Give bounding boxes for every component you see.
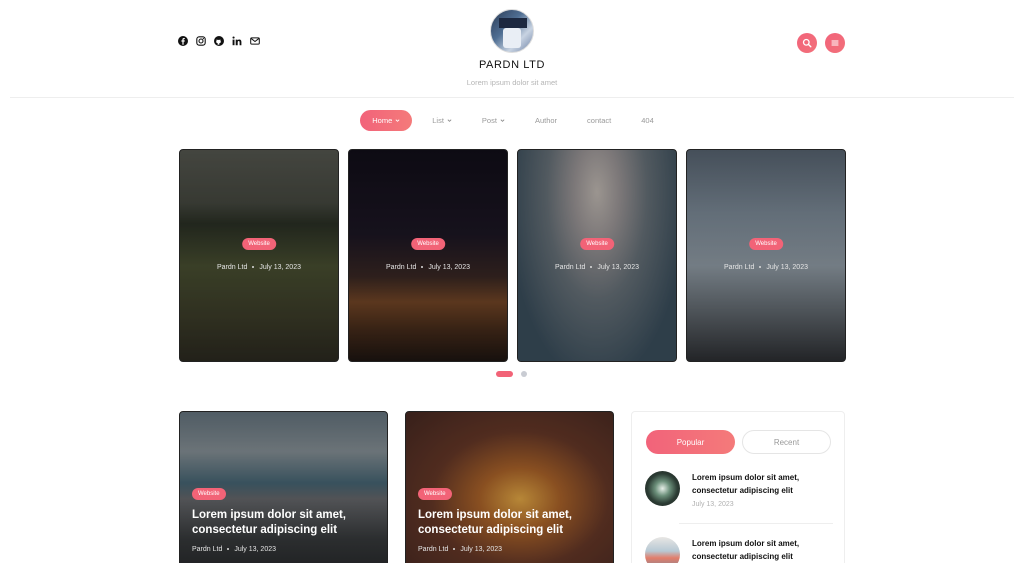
slider-pagination [496, 371, 527, 377]
search-button[interactable] [797, 33, 817, 53]
post-thumbnail[interactable] [645, 471, 680, 506]
post-title[interactable]: Lorem ipsum dolor sit amet, consectetur … [418, 508, 608, 538]
author-name[interactable]: Pardn Ltd [418, 546, 448, 553]
search-icon [802, 38, 812, 48]
site-tagline: Lorem ipsum dolor sit amet [466, 78, 558, 87]
chevron-down-icon [447, 119, 452, 122]
post-meta: Pardn Ltd July 13, 2023 [418, 546, 502, 553]
nav-label: contact [587, 116, 612, 125]
category-badge[interactable]: Website [418, 488, 452, 500]
header-divider [10, 97, 1014, 98]
header-actions [797, 33, 845, 53]
post-meta: Pardn Ltd July 13, 2023 [192, 546, 276, 553]
post-meta: Pardn Ltd July 13, 2023 [518, 264, 676, 271]
post-date: July 13, 2023 [692, 501, 734, 508]
nav-label: Home [372, 116, 393, 125]
nav-item-contact[interactable]: contact [577, 110, 621, 131]
nav-item-author[interactable]: Author [525, 110, 567, 131]
author-name[interactable]: Pardn Ltd [192, 546, 222, 553]
menu-button[interactable] [825, 33, 845, 53]
slide-card[interactable]: Website Pardn Ltd July 13, 2023 [517, 149, 677, 362]
category-badge[interactable]: Website [411, 238, 445, 250]
chevron-down-icon [395, 119, 400, 122]
site-logo-avatar[interactable] [490, 9, 534, 53]
post-date: July 13, 2023 [597, 264, 639, 271]
nav-label: Post [481, 116, 497, 125]
author-name[interactable]: Pardn Ltd [555, 264, 585, 271]
nav-item-list[interactable]: List [422, 110, 462, 131]
site-title[interactable]: PARDN LTD [0, 59, 1024, 71]
post-date: July 13, 2023 [259, 264, 301, 271]
nav-label: 404 [641, 116, 654, 125]
slide-card[interactable]: Website Pardn Ltd July 13, 2023 [686, 149, 846, 362]
author-name[interactable]: Pardn Ltd [386, 264, 416, 271]
pagination-dot[interactable] [521, 371, 527, 377]
tab-recent[interactable]: Recent [742, 430, 831, 454]
featured-slider: Website Pardn Ltd July 13, 2023 Website P… [179, 149, 846, 362]
post-date: July 13, 2023 [234, 546, 277, 553]
chevron-down-icon [500, 119, 505, 122]
post-date: July 13, 2023 [428, 264, 470, 271]
post-title[interactable]: Lorem ipsum dolor sit amet, consectetur … [692, 471, 832, 497]
author-name[interactable]: Pardn Ltd [724, 264, 754, 271]
post-title[interactable]: Lorem ipsum dolor sit amet, consectetur … [692, 537, 832, 563]
hamburger-menu-icon [831, 40, 839, 46]
popular-recent-widget: Popular Recent Lorem ipsum dolor sit ame… [631, 411, 845, 563]
post-meta: Pardn Ltd July 13, 2023 [349, 264, 507, 271]
author-name[interactable]: Pardn Ltd [217, 264, 247, 271]
main-nav: Home List Post Author contact 404 [0, 110, 1024, 131]
post-title[interactable]: Lorem ipsum dolor sit amet, consectetur … [192, 508, 382, 538]
category-badge[interactable]: Website [242, 238, 276, 250]
nav-item-home[interactable]: Home [360, 110, 413, 131]
post-date: July 13, 2023 [460, 546, 503, 553]
nav-item-post[interactable]: Post [472, 110, 515, 131]
slide-card[interactable]: Website Pardn Ltd July 13, 2023 [179, 149, 339, 362]
post-meta: Pardn Ltd July 13, 2023 [687, 264, 845, 271]
list-divider [679, 523, 833, 524]
slide-card[interactable]: Website Pardn Ltd July 13, 2023 [348, 149, 508, 362]
category-badge[interactable]: Website [580, 238, 614, 250]
post-meta: Pardn Ltd July 13, 2023 [180, 264, 338, 271]
post-thumbnail[interactable] [645, 537, 680, 563]
nav-label: List [432, 116, 444, 125]
site-brand: PARDN LTD Lorem ipsum dolor sit amet [0, 9, 1024, 87]
category-badge[interactable]: Website [749, 238, 783, 250]
tab-popular[interactable]: Popular [646, 430, 735, 454]
nav-label: Author [534, 116, 558, 125]
post-date: July 13, 2023 [766, 264, 808, 271]
post-card[interactable]: Website Lorem ipsum dolor sit amet, cons… [179, 411, 388, 563]
post-card[interactable]: Website Lorem ipsum dolor sit amet, cons… [405, 411, 614, 563]
nav-item-404[interactable]: 404 [631, 110, 664, 131]
widget-tabs: Popular Recent [646, 430, 831, 454]
pagination-dot-active[interactable] [496, 371, 513, 377]
category-badge[interactable]: Website [192, 488, 226, 500]
